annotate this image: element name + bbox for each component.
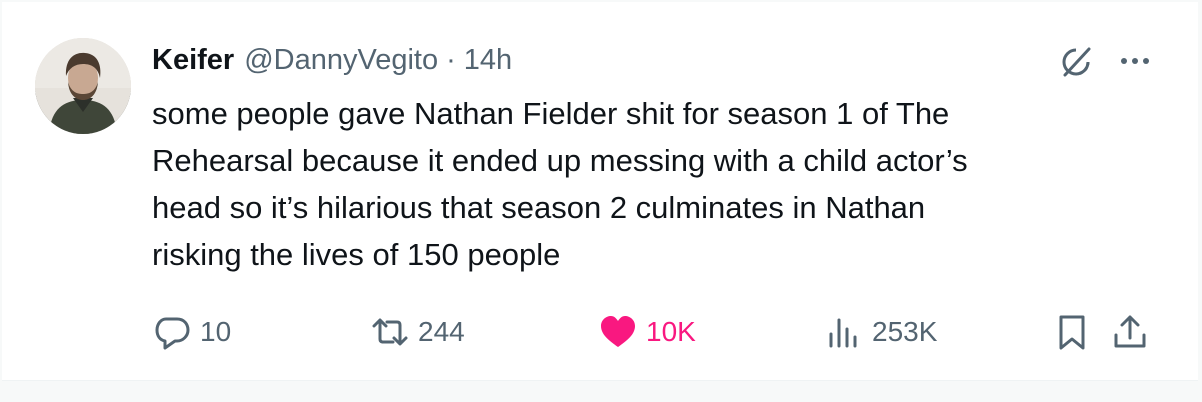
timestamp[interactable]: 14h [464,44,512,77]
share-icon [1114,315,1146,348]
separator-dot: · [446,43,456,76]
reply-count: 10 [200,316,232,347]
view-count: 253K [872,316,938,347]
share-button[interactable] [1110,310,1150,354]
avatar[interactable] [35,38,131,134]
heart-icon [601,316,635,347]
repost-count: 244 [418,316,465,347]
tweet-text: some people gave Nathan Fielder shit for… [152,96,968,272]
action-bar: 10 244 10K 253K [152,310,1162,354]
views-button[interactable]: 253K [824,310,937,354]
reply-button[interactable]: 10 [152,310,231,354]
avatar-image [35,38,131,134]
like-count: 10K [646,316,696,347]
tweet-header: Keifer @DannyVegito · 14h [152,40,512,80]
tweet-card[interactable]: Keifer @DannyVegito · 14h some people ga… [2,2,1198,381]
bookmark-button[interactable] [1052,310,1092,354]
grok-icon[interactable] [1056,42,1096,82]
user-handle[interactable]: @DannyVegito [244,44,438,77]
bookmark-icon [1059,315,1085,350]
reply-icon [155,317,190,350]
display-name[interactable]: Keifer [152,44,234,77]
repost-icon [372,318,408,346]
views-icon [829,318,857,348]
like-button[interactable]: 10K [598,310,696,354]
more-icon[interactable] [1115,46,1155,76]
repost-button[interactable]: 244 [370,310,465,354]
